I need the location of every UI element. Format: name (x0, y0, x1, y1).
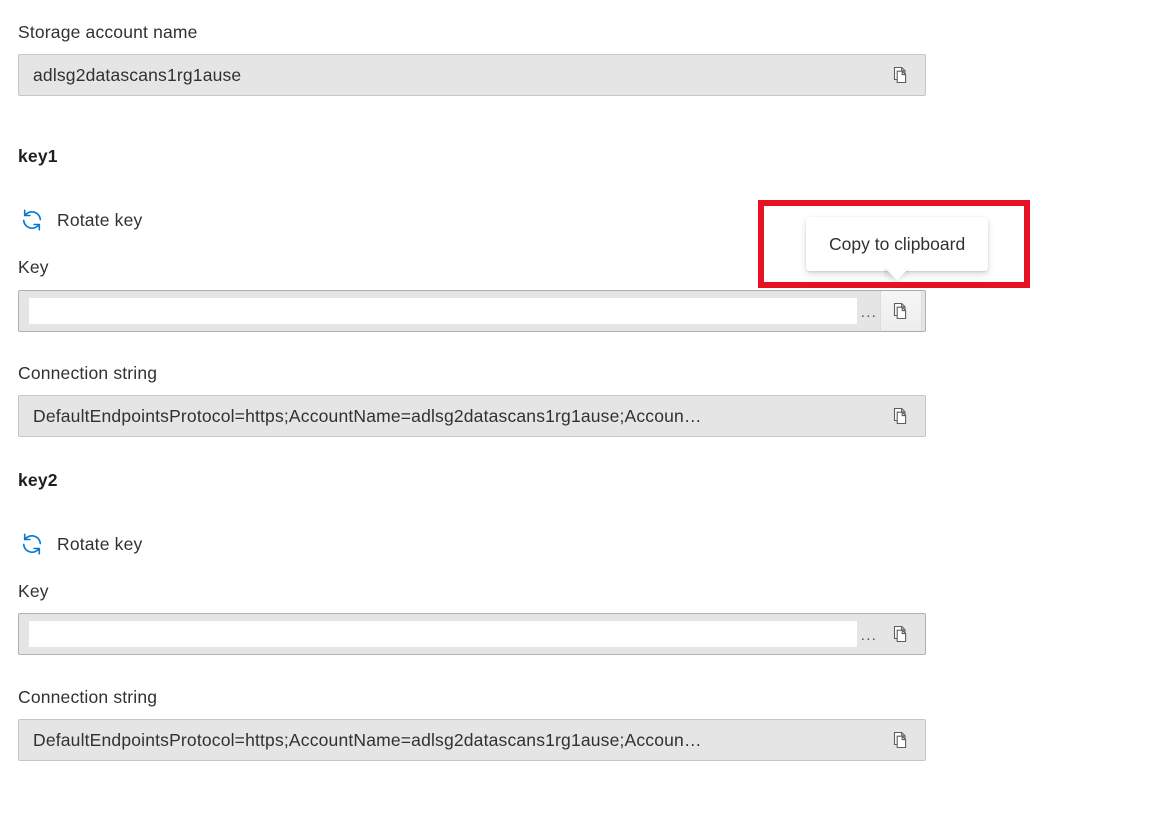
key1-heading: key1 (18, 145, 58, 167)
rotate-key-icon (18, 530, 46, 558)
copy-storage-account-name-button[interactable] (881, 55, 921, 95)
key1-key-label: Key (18, 256, 49, 278)
rotate-key1-button[interactable]: Rotate key (18, 206, 142, 234)
storage-account-name-value: adlsg2datascans1rg1ause (19, 63, 881, 87)
key2-key-input[interactable]: ... (29, 621, 857, 647)
copy-to-clipboard-icon (891, 301, 911, 321)
rotate-key1-label: Rotate key (57, 209, 142, 231)
key2-heading: key2 (18, 469, 58, 491)
key2-key-label: Key (18, 580, 49, 602)
copy-to-clipboard-icon (891, 624, 911, 644)
copy-to-clipboard-icon (891, 406, 911, 426)
rotate-key-icon (18, 206, 46, 234)
key1-connection-string-field: DefaultEndpointsProtocol=https;AccountNa… (18, 395, 926, 437)
tooltip-text: Copy to clipboard (829, 234, 965, 254)
storage-account-name-label: Storage account name (18, 21, 198, 43)
rotate-key2-button[interactable]: Rotate key (18, 530, 142, 558)
key1-key-masked-value: ... (861, 303, 879, 323)
key2-key-masked-value: ... (861, 626, 879, 646)
copy-key2-key-button[interactable] (881, 614, 921, 654)
key2-key-field: ... (18, 613, 926, 655)
key1-key-input[interactable]: ... (29, 298, 857, 324)
key2-connection-string-value: DefaultEndpointsProtocol=https;AccountNa… (19, 728, 881, 752)
copy-to-clipboard-tooltip: Copy to clipboard (806, 217, 988, 271)
copy-key1-key-button[interactable] (881, 291, 921, 331)
copy-key2-connection-string-button[interactable] (881, 720, 921, 760)
storage-account-name-field: adlsg2datascans1rg1ause (18, 54, 926, 96)
key2-connection-string-label: Connection string (18, 686, 157, 708)
copy-to-clipboard-icon (891, 730, 911, 750)
access-keys-panel: Storage account name adlsg2datascans1rg1… (0, 0, 1164, 833)
key2-connection-string-field: DefaultEndpointsProtocol=https;AccountNa… (18, 719, 926, 761)
copy-key1-connection-string-button[interactable] (881, 396, 921, 436)
key1-connection-string-label: Connection string (18, 362, 157, 384)
key1-connection-string-value: DefaultEndpointsProtocol=https;AccountNa… (19, 404, 881, 428)
tooltip-tail-icon (884, 269, 910, 283)
key1-key-field: ... (18, 290, 926, 332)
rotate-key2-label: Rotate key (57, 533, 142, 555)
copy-to-clipboard-icon (891, 65, 911, 85)
